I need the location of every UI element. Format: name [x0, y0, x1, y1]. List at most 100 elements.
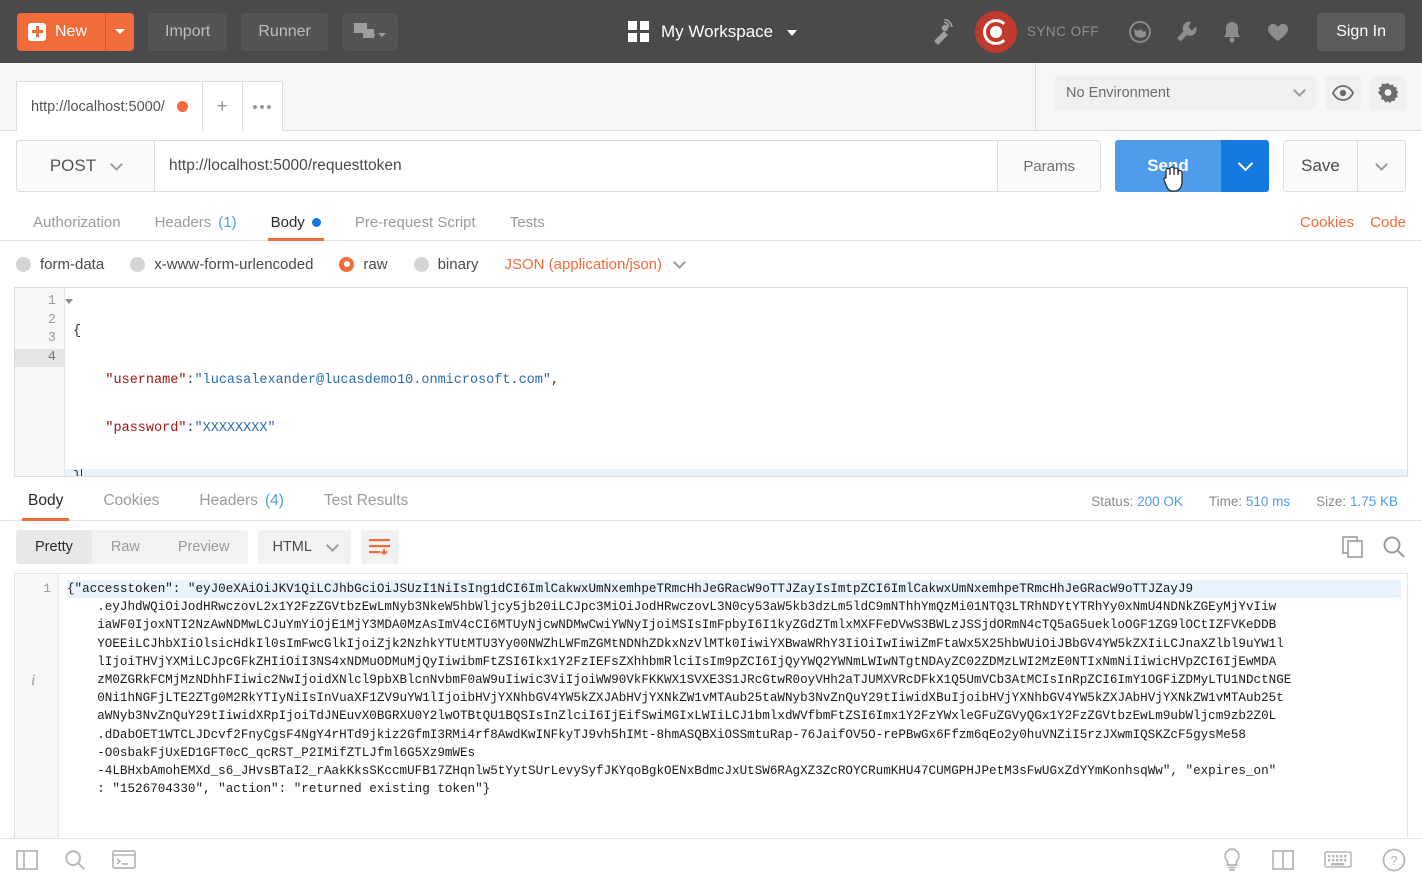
code-token: { — [73, 324, 82, 339]
import-button[interactable]: Import — [148, 12, 228, 51]
save-button[interactable]: Save — [1283, 140, 1358, 192]
word-wrap-icon — [369, 538, 391, 555]
new-button-group[interactable]: New — [17, 12, 135, 51]
http-method-label: POST — [49, 156, 97, 175]
body-type-row: form-data x-www-form-urlencoded raw bina… — [0, 241, 1422, 287]
http-method-select[interactable]: POST — [16, 140, 154, 192]
sidebar-toggle-button[interactable] — [16, 849, 38, 870]
body-format-select[interactable]: JSON (application/json) — [504, 256, 686, 273]
response-tab-headers[interactable]: Headers (4) — [179, 492, 304, 520]
help-button[interactable]: ? — [1382, 848, 1406, 872]
globe-icon[interactable] — [1123, 15, 1157, 49]
new-window-icon — [353, 22, 376, 41]
body-type-urlencoded[interactable]: x-www-form-urlencoded — [130, 256, 313, 273]
response-line: zM0ZGRkFCMjMzNDhhFIiwic2NwIjoidXNlcl9pbX… — [67, 673, 1292, 688]
new-dropdown-button[interactable] — [106, 12, 135, 51]
code-token: "XXXXXXXX" — [194, 421, 276, 436]
sync-status-label: SYNC OFF — [1026, 24, 1100, 39]
keyboard-button[interactable] — [1324, 850, 1352, 869]
workspace-selector[interactable]: My Workspace — [628, 21, 798, 42]
workspace-label: My Workspace — [661, 21, 774, 41]
environment-quick-look-button[interactable] — [1325, 75, 1361, 110]
url-input[interactable]: http://localhost:5000/requesttoken — [154, 140, 999, 192]
runner-button[interactable]: Runner — [241, 12, 328, 51]
tab-pre-request-script[interactable]: Pre-request Script — [338, 214, 493, 240]
body-type-raw-label: raw — [363, 255, 388, 273]
eye-icon — [1332, 84, 1354, 101]
line-number-value: 3 — [47, 331, 56, 346]
chevron-down-icon — [110, 157, 124, 171]
response-tab-cookies-label: Cookies — [103, 492, 160, 509]
time-value: 510 ms — [1245, 494, 1291, 509]
code-token: "username" — [73, 372, 187, 388]
sign-in-button[interactable]: Sign In — [1317, 12, 1405, 51]
tab-body[interactable]: Body — [254, 214, 338, 241]
sync-status-icon[interactable] — [974, 10, 1017, 53]
view-mode-raw[interactable]: Raw — [92, 530, 159, 564]
code-fold-icon[interactable] — [65, 299, 73, 304]
body-type-form-data-label: form-data — [40, 255, 105, 273]
runner-label: Runner — [258, 22, 311, 40]
editor-content[interactable]: { "username":"lucasalexander@lucasdemo10… — [65, 288, 1407, 476]
console-button[interactable] — [112, 850, 136, 869]
request-tab[interactable]: http://localhost:5000/ — [16, 81, 203, 131]
two-pane-button[interactable] — [1272, 849, 1294, 870]
view-mode-pretty[interactable]: Pretty — [16, 530, 92, 564]
unsaved-indicator-icon — [176, 101, 188, 112]
response-tab-test-results[interactable]: Test Results — [304, 492, 428, 520]
cookies-link[interactable]: Cookies — [1300, 214, 1354, 231]
line-number-current: 4 — [15, 348, 64, 367]
view-mode-preview[interactable]: Preview — [159, 530, 249, 564]
new-button-label: New — [55, 22, 88, 40]
new-tab-button[interactable]: + — [202, 81, 243, 131]
response-line: -O0sbakFjUxED1GFT0cC_qcRST_P2IMifZTLJfml… — [67, 745, 476, 760]
body-type-raw[interactable]: raw — [339, 255, 388, 273]
response-line-numbers: 1 i — [15, 574, 59, 838]
tab-tests[interactable]: Tests — [493, 214, 562, 240]
code-line-current: } — [65, 468, 1407, 476]
word-wrap-button[interactable] — [360, 530, 399, 564]
response-format-select[interactable]: HTML — [258, 530, 351, 564]
body-type-form-data[interactable]: form-data — [16, 256, 104, 273]
new-button[interactable]: New — [17, 12, 107, 51]
copy-button[interactable] — [1342, 536, 1364, 558]
heart-icon[interactable] — [1261, 15, 1295, 49]
new-tab-label: + — [216, 95, 228, 117]
status-search-button[interactable] — [64, 849, 86, 871]
radio-icon — [413, 256, 429, 272]
send-button[interactable]: Send — [1115, 140, 1221, 192]
bulb-button[interactable] — [1222, 847, 1242, 872]
params-button[interactable]: Params — [998, 140, 1101, 192]
response-line: iaWF0IjoxNTI2NzAwNDMwLCJuYmYiOjE1MjY3MDA… — [67, 618, 1277, 633]
tab-headers-label: Headers — [154, 214, 212, 231]
tab-headers[interactable]: Headers (1) — [138, 214, 254, 240]
console-icon — [112, 850, 136, 869]
info-icon[interactable]: i — [31, 672, 35, 690]
satellite-icon[interactable] — [931, 18, 961, 45]
help-icon: ? — [1382, 848, 1406, 871]
size-value: 1.75 KB — [1349, 494, 1398, 509]
tab-authorization[interactable]: Authorization — [16, 214, 138, 240]
search-button[interactable] — [1382, 535, 1406, 559]
send-options-button[interactable] — [1221, 140, 1269, 192]
size-label: Size: — [1316, 494, 1347, 509]
response-tab-cookies[interactable]: Cookies — [83, 492, 179, 520]
bell-icon[interactable] — [1215, 15, 1249, 49]
environment-select[interactable]: No Environment — [1054, 75, 1316, 110]
settings-button[interactable] — [1370, 75, 1406, 110]
line-number: 3 — [15, 330, 64, 349]
sidebar-toggle-icon — [16, 849, 38, 870]
response-tabs: Body Cookies Headers (4) Test Results St… — [0, 477, 1422, 521]
response-tab-body[interactable]: Body — [8, 492, 83, 521]
save-options-button[interactable] — [1358, 140, 1406, 192]
response-body-viewer[interactable]: 1 i {"accesstoken": "eyJ0eXAiOiJKV1QiLCJ… — [14, 573, 1408, 838]
request-body-editor[interactable]: 1 2 3 4 { "username":"lucasalexander@luc… — [14, 287, 1408, 477]
new-window-button[interactable] — [341, 12, 398, 51]
tab-options-button[interactable] — [242, 81, 283, 131]
body-type-binary[interactable]: binary — [413, 256, 478, 273]
wrench-icon[interactable] — [1169, 15, 1203, 49]
topbar-right-group: SYNC OFF Sign In — [931, 10, 1422, 53]
code-link[interactable]: Code — [1370, 214, 1406, 231]
chevron-down-icon — [1237, 155, 1253, 172]
response-line: 0Ni1hNGFjLTE2ZTg0M2RkYTIyNiIsInVuaXF1ZV9… — [67, 691, 1284, 706]
